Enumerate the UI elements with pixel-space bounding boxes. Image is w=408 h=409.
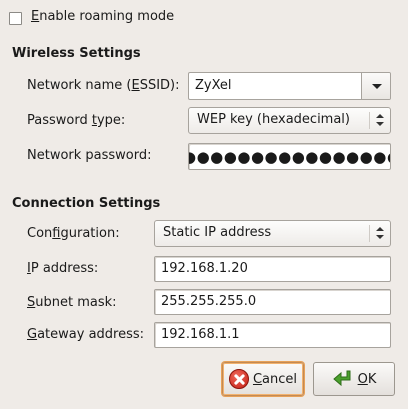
dialog: Enable roaming mode Wireless Settings Ne…	[0, 0, 408, 409]
network-password-input[interactable]: ●●●●●●●●●●●●●●●●●●	[188, 143, 391, 170]
connection-settings-title: Connection Settings	[12, 196, 161, 211]
ok-button-label: OK	[357, 371, 377, 387]
updown-arrows-icon	[376, 114, 385, 128]
password-type-label: Password type:	[27, 113, 126, 128]
gateway-address-label: Gateway address:	[27, 327, 145, 342]
cancel-button-label: Cancel	[252, 371, 298, 387]
subnet-mask-input[interactable]: 255.255.255.0	[154, 289, 391, 315]
configuration-value: Static IP address	[163, 225, 272, 240]
network-name-value[interactable]: ZyXel	[195, 73, 232, 99]
ok-button[interactable]: OK	[313, 362, 395, 396]
roaming-checkbox-label[interactable]: Enable roaming mode	[31, 9, 174, 24]
network-name-dropdown-button[interactable]	[361, 73, 390, 99]
gateway-address-input[interactable]: 192.168.1.1	[154, 322, 391, 348]
ip-address-input[interactable]: 192.168.1.20	[154, 256, 391, 282]
roaming-checkbox[interactable]	[9, 12, 22, 25]
wireless-settings-title: Wireless Settings	[12, 46, 141, 61]
password-type-select[interactable]: WEP key (hexadecimal)	[188, 107, 391, 134]
ip-address-label: IP address:	[27, 261, 99, 276]
cancel-button[interactable]: Cancel	[222, 362, 304, 396]
ok-arrow-icon	[332, 370, 351, 387]
cancel-icon	[228, 369, 249, 389]
configuration-label: Configuration:	[27, 226, 120, 241]
network-name-combo[interactable]: ZyXel	[188, 72, 391, 100]
password-type-value: WEP key (hexadecimal)	[197, 112, 350, 127]
subnet-mask-label: Subnet mask:	[27, 295, 117, 310]
network-password-label: Network password:	[27, 148, 152, 163]
chevron-down-icon	[372, 84, 382, 89]
updown-arrows-icon	[376, 227, 385, 241]
network-name-label: Network name (ESSID):	[27, 78, 180, 93]
configuration-select[interactable]: Static IP address	[154, 220, 391, 247]
